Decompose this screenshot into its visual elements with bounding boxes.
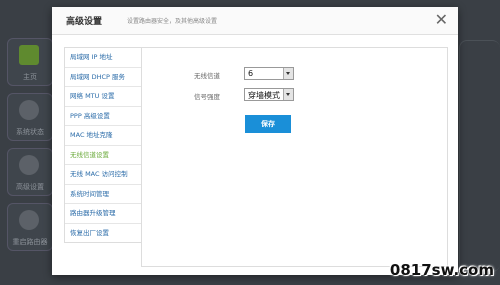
strength-select[interactable]: 穿墙模式	[244, 88, 294, 101]
home-icon	[19, 45, 39, 65]
save-button[interactable]: 保存	[245, 115, 291, 133]
background-right-panel	[459, 40, 500, 272]
channel-label: 无线信道	[194, 72, 220, 80]
dialog-header: 高级设置 设置路由器安全，及其他高级设置 ✕	[52, 7, 458, 35]
bg-tile-label: 高级设置	[16, 183, 44, 191]
menu-item-mtu[interactable]: 网络 MTU 设置	[65, 87, 142, 107]
menu-item-mac-clone[interactable]: MAC 地址克隆	[65, 126, 142, 146]
bg-tile-status: 系统状态	[7, 93, 53, 141]
watermark: 0817sw.com	[389, 261, 494, 279]
menu-item-system-time[interactable]: 系统时间管理	[65, 185, 142, 204]
menu-item-wireless-channel[interactable]: 无线信道设置	[65, 145, 142, 165]
channel-row: 无线信道 6	[142, 67, 447, 81]
bg-tile-label: 主页	[23, 73, 37, 81]
dialog-subtitle: 设置路由器安全，及其他高级设置	[127, 18, 218, 25]
menu-item-firmware-upgrade[interactable]: 路由器升级管理	[65, 204, 142, 224]
menu-item-lan-ip[interactable]: 局域网 IP 地址	[65, 48, 142, 68]
status-icon	[19, 100, 39, 120]
bg-tile-home: 主页	[7, 38, 53, 86]
menu-item-ppp[interactable]: PPP 高级设置	[65, 107, 142, 126]
bg-tile-reboot: 重启路由器	[7, 203, 53, 251]
close-icon[interactable]: ✕	[435, 10, 448, 30]
settings-menu: 局域网 IP 地址 局域网 DHCP 服务 网络 MTU 设置 PPP 高级设置…	[64, 47, 142, 243]
menu-item-wireless-mac-filter[interactable]: 无线 MAC 访问控制	[65, 165, 142, 185]
power-icon	[19, 210, 39, 230]
gear-icon	[19, 155, 39, 175]
bg-tile-label: 重启路由器	[12, 238, 48, 246]
settings-content: 无线信道 6 信号强度 穿墙模式 保存	[141, 47, 448, 267]
strength-value: 穿墙模式	[248, 91, 280, 100]
strength-row: 信号强度 穿墙模式	[142, 88, 447, 102]
bg-tile-advanced: 高级设置	[7, 148, 53, 196]
chevron-down-icon	[283, 68, 293, 79]
dialog-title: 高级设置	[66, 17, 103, 27]
channel-value: 6	[248, 69, 254, 78]
background-sidebar: 主页 系统状态 高级设置 重启路由器	[0, 30, 53, 270]
menu-item-factory-reset[interactable]: 恢复出厂设置	[65, 224, 142, 243]
chevron-down-icon	[283, 89, 293, 100]
channel-select[interactable]: 6	[244, 67, 294, 80]
menu-item-dhcp[interactable]: 局域网 DHCP 服务	[65, 68, 142, 87]
bg-tile-label: 系统状态	[16, 128, 44, 136]
strength-label: 信号强度	[194, 93, 220, 101]
advanced-settings-dialog: 高级设置 设置路由器安全，及其他高级设置 ✕ 局域网 IP 地址 局域网 DHC…	[52, 7, 458, 275]
